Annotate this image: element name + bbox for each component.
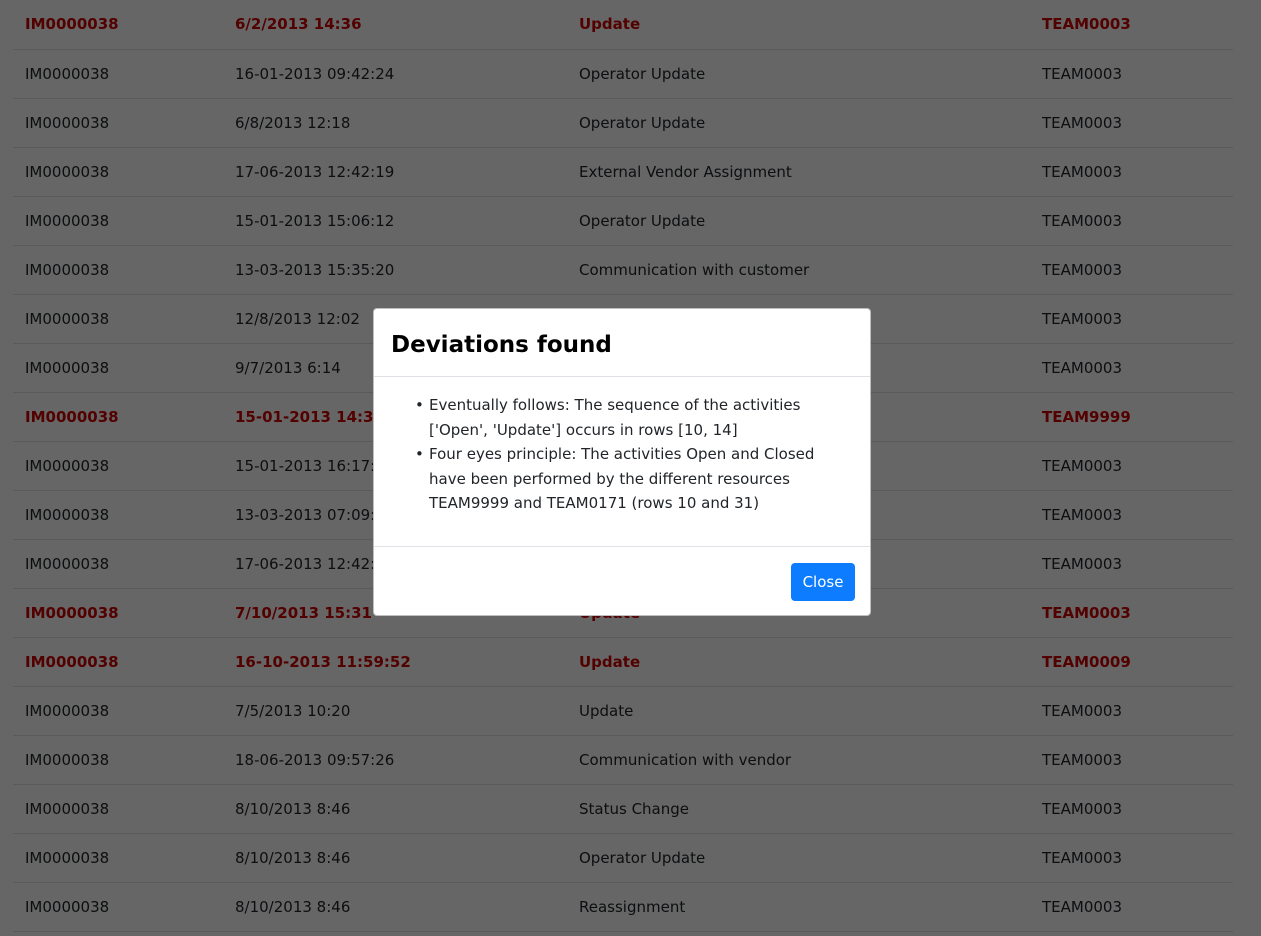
close-button[interactable]: Close [791, 563, 855, 601]
modal-body: • Eventually follows: The sequence of the… [374, 377, 870, 547]
modal-title: Deviations found [391, 332, 612, 358]
modal-header: Deviations found [374, 309, 870, 377]
deviation-item: • Four eyes principle: The activities Ope… [415, 442, 853, 516]
deviation-item-text: Four eyes principle: The activities Open… [429, 445, 815, 512]
bullet-icon: • [415, 396, 424, 414]
deviation-item: • Eventually follows: The sequence of the… [415, 393, 853, 442]
deviation-item-text: Eventually follows: The sequence of the … [429, 396, 801, 439]
bullet-icon: • [415, 445, 424, 463]
modal-footer: Close [374, 547, 870, 616]
deviation-list: • Eventually follows: The sequence of the… [391, 393, 853, 516]
page: IM00000386/2/2013 14:36UpdateTEAM0003IM0… [0, 0, 1261, 936]
deviations-modal: Deviations found • Eventually follows: Th… [373, 308, 871, 616]
